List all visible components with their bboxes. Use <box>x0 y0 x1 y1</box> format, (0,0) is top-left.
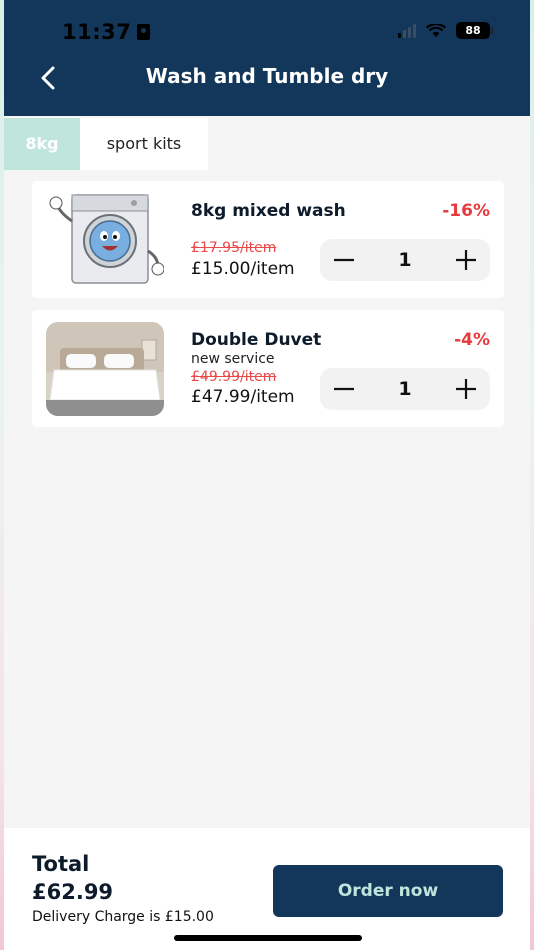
header-bar: 11:37 88 Wash and Tumble dry <box>4 0 530 116</box>
quantity-value: 1 <box>398 249 412 271</box>
quantity-stepper: 1 <box>320 368 490 410</box>
home-indicator[interactable] <box>174 935 362 941</box>
plus-icon[interactable] <box>442 239 490 281</box>
sale-price: £15.00/item <box>191 259 295 279</box>
discount-badge: -4% <box>454 330 490 350</box>
minus-icon[interactable] <box>320 368 368 410</box>
lock-icon <box>137 24 151 40</box>
product-card-double-duvet[interactable]: Double Duvet new service £49.99/item £47… <box>32 310 504 427</box>
order-now-button[interactable]: Order now <box>273 865 503 917</box>
duvet-bed-image <box>46 322 164 416</box>
status-time: 11:37 <box>62 20 151 44</box>
product-subtitle: new service <box>191 351 275 367</box>
category-tabs: 8kg sport kits <box>4 118 208 170</box>
app-screen: 11:37 88 Wash and Tumble dry 8kg sport k… <box>4 0 530 950</box>
total-label: Total <box>32 852 90 876</box>
tab-sport-kits[interactable]: sport kits <box>80 118 208 170</box>
delivery-charge-note: Delivery Charge is £15.00 <box>32 909 214 925</box>
plus-icon[interactable] <box>442 368 490 410</box>
quantity-value: 1 <box>398 378 412 400</box>
checkout-footer: Total £62.99 Delivery Charge is £15.00 O… <box>4 828 530 950</box>
sale-price: £47.99/item <box>191 387 295 407</box>
minus-icon[interactable] <box>320 239 368 281</box>
tab-8kg[interactable]: 8kg <box>4 118 80 170</box>
status-indicators: 88 <box>398 22 493 39</box>
cellular-signal-icon <box>398 23 416 38</box>
product-card-mixed-wash[interactable]: 8kg mixed wash £17.95/item £15.00/item -… <box>32 181 504 298</box>
original-price: £17.95/item <box>191 240 277 256</box>
page-title: Wash and Tumble dry <box>145 64 389 88</box>
discount-badge: -16% <box>442 201 490 221</box>
quantity-stepper: 1 <box>320 239 490 281</box>
wifi-icon <box>426 23 446 37</box>
total-value: £62.99 <box>32 880 114 904</box>
product-name: 8kg mixed wash <box>191 201 346 221</box>
battery-icon: 88 <box>456 22 493 39</box>
original-price: £49.99/item <box>191 369 277 385</box>
product-name: Double Duvet <box>191 330 322 350</box>
washing-machine-image <box>49 194 164 284</box>
